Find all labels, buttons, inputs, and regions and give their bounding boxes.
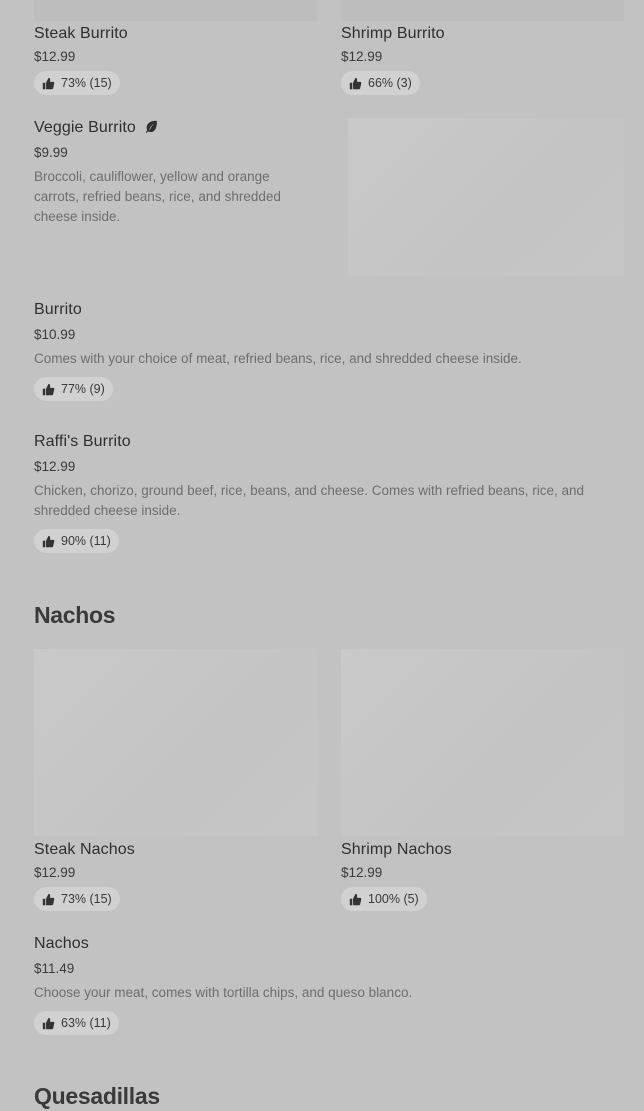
veggie-burrito-image[interactable] <box>348 118 624 276</box>
shrimp-burrito-image[interactable] <box>341 0 624 21</box>
thumbs-up-icon <box>42 77 55 89</box>
rating-badge: 63% (11) <box>34 1011 119 1035</box>
item-name[interactable]: Steak Nachos <box>34 841 135 859</box>
rating-badge: 77% (9) <box>34 377 113 401</box>
rating-text: 63% (11) <box>61 1016 111 1030</box>
rating-badge: 66% (3) <box>341 71 420 95</box>
thumbs-up-icon <box>349 77 362 89</box>
item-name-text: Veggie Burrito <box>34 119 136 136</box>
rating-text: 66% (3) <box>368 76 412 90</box>
rating-text: 73% (15) <box>61 76 112 90</box>
leaf-icon <box>146 120 158 133</box>
rating-text: 100% (5) <box>368 892 419 906</box>
item-price: $9.99 <box>34 145 68 160</box>
rating-text: 73% (15) <box>61 892 112 906</box>
item-price: $12.99 <box>341 865 383 880</box>
item-name[interactable]: Shrimp Nachos <box>341 841 452 859</box>
steak-burrito-image[interactable] <box>34 0 317 21</box>
item-description: Choose your meat, comes with tortilla ch… <box>34 985 413 1000</box>
item-name[interactable]: Burrito <box>34 301 82 319</box>
item-price: $11.49 <box>34 961 75 976</box>
item-name[interactable]: Raffi's Burrito <box>34 433 131 451</box>
item-name[interactable]: Steak Burrito <box>34 25 128 43</box>
section-title-quesadillas: Quesadillas <box>34 1083 160 1109</box>
steak-nachos-image[interactable] <box>34 649 317 836</box>
rating-badge: 90% (11) <box>34 529 119 553</box>
item-description: Comes with your choice of meat, refried … <box>34 351 522 366</box>
thumbs-up-icon <box>42 383 55 395</box>
item-description: Chicken, chorizo, ground beef, rice, bea… <box>34 483 585 518</box>
item-price: $12.99 <box>34 49 76 64</box>
rating-badge: 73% (15) <box>34 887 120 911</box>
thumbs-up-icon <box>42 893 55 905</box>
rating-text: 90% (11) <box>61 534 111 548</box>
item-price: $10.99 <box>34 327 76 342</box>
section-title-nachos: Nachos <box>34 602 116 628</box>
thumbs-up-icon <box>349 893 362 905</box>
rating-text: 77% (9) <box>61 382 105 396</box>
shrimp-nachos-image[interactable] <box>341 649 624 836</box>
item-description: Broccoli, cauliflower, yellow and orange… <box>34 169 281 224</box>
item-price: $12.99 <box>341 49 383 64</box>
item-name[interactable]: Veggie Burrito <box>34 119 158 137</box>
item-name[interactable]: Nachos <box>34 935 89 953</box>
item-price: $12.99 <box>34 459 76 474</box>
item-price: $12.99 <box>34 865 76 880</box>
rating-badge: 100% (5) <box>341 887 427 911</box>
rating-badge: 73% (15) <box>34 71 120 95</box>
item-name[interactable]: Shrimp Burrito <box>341 25 445 43</box>
thumbs-up-icon <box>42 535 55 547</box>
thumbs-up-icon <box>42 1017 55 1029</box>
